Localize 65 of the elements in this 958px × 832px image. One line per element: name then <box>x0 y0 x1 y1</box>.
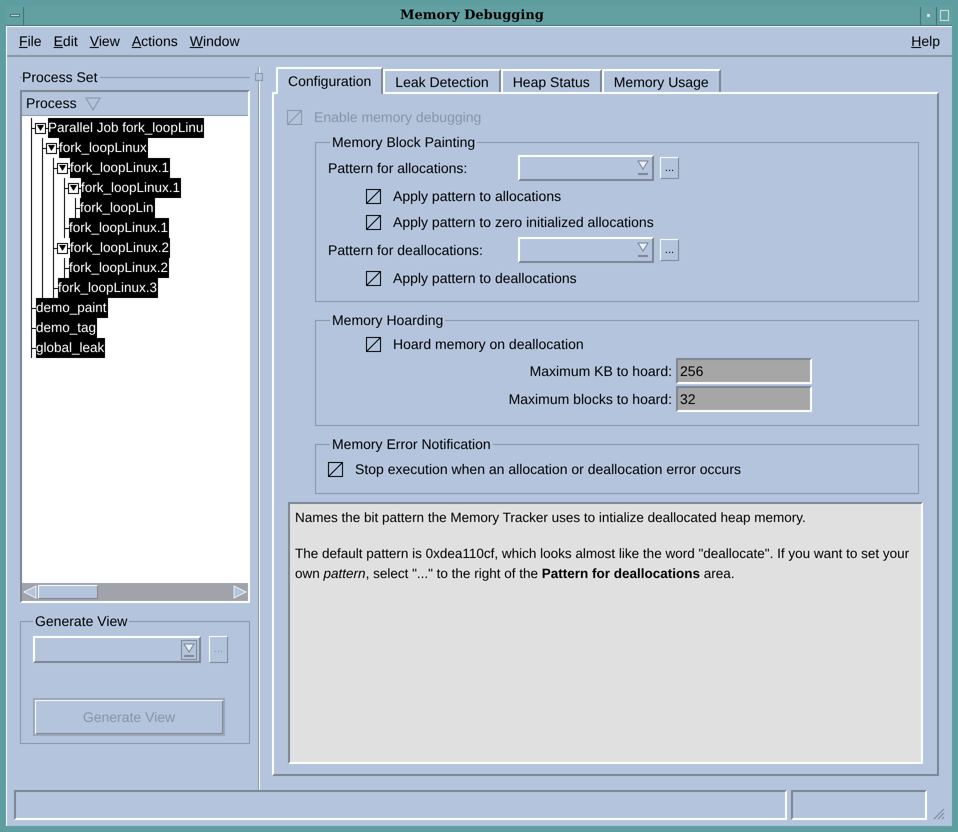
menu-item[interactable]: Actions <box>132 30 178 52</box>
scroll-right-icon[interactable] <box>232 585 248 599</box>
tree-item[interactable]: fork_loopLinux.3 <box>58 278 158 298</box>
tab[interactable]: Configuration <box>276 67 384 94</box>
field-label: Pattern for allocations: <box>328 158 468 178</box>
scroll-left-icon[interactable] <box>22 585 38 599</box>
pattern-dropdown[interactable] <box>518 237 654 263</box>
window-title: Memory Debugging <box>399 6 545 25</box>
menu-item[interactable]: Window <box>190 30 240 52</box>
resize-grip-icon[interactable] <box>931 806 945 820</box>
tree-item[interactable]: demo_paint <box>36 298 108 318</box>
expander-icon[interactable] <box>35 122 46 134</box>
group-title: Memory Hoarding <box>331 311 444 330</box>
group-title: Process Set <box>22 68 98 87</box>
expander-icon[interactable] <box>68 182 79 194</box>
checkbox-label: Apply pattern to deallocations <box>393 268 577 288</box>
view-dropdown[interactable] <box>33 636 201 663</box>
checkbox[interactable] <box>366 188 381 204</box>
dropdown-arrow-icon <box>636 158 650 178</box>
horizontal-scrollbar[interactable] <box>22 583 248 601</box>
dropdown-arrow-icon <box>636 240 650 260</box>
group-title: Memory Error Notification <box>331 435 492 454</box>
tab[interactable]: Leak Detection <box>383 69 501 93</box>
menu-item[interactable]: Help <box>911 32 940 48</box>
expander-icon[interactable] <box>57 162 68 174</box>
help-paragraph: The default pattern is 0xdea110cf, which looks almost like the word "deallocate". If you want to set your own pattern, select "..." to the right of the Pattern for deallocations area. <box>295 545 910 583</box>
tree-item[interactable]: fork_loopLin <box>80 198 155 218</box>
input-field[interactable]: 256 <box>676 358 812 384</box>
checkbox-label: Apply pattern to allocations <box>393 186 562 206</box>
maximize-icon[interactable] <box>936 6 952 24</box>
tab[interactable]: Heap Status <box>500 69 602 93</box>
tab[interactable]: Memory Usage <box>602 69 721 93</box>
tree-item[interactable]: fork_loopLinux <box>59 138 148 158</box>
tree-item[interactable]: fork_loopLinux.1 <box>81 178 182 198</box>
tree-item[interactable]: fork_loopLinux.1 <box>69 218 170 238</box>
field-label: Pattern for deallocations: <box>328 240 484 260</box>
menu-item[interactable]: File <box>19 30 42 52</box>
checkbox[interactable] <box>366 214 381 230</box>
expander-icon[interactable] <box>46 142 57 154</box>
tree-item[interactable]: Parallel Job fork_loopLinu <box>48 118 204 138</box>
checkbox-label: Apply pattern to zero initialized allocations <box>393 212 654 232</box>
group-title: Generate View <box>34 612 128 631</box>
checkbox[interactable] <box>366 336 381 352</box>
help-paragraph: Names the bit pattern the Memory Tracker uses to intialize deallocated heap memory. <box>295 509 807 527</box>
field-label: Maximum blocks to hoard: <box>508 390 672 408</box>
checkbox[interactable] <box>366 270 381 286</box>
field-label: Maximum KB to hoard: <box>528 362 672 380</box>
tree-item[interactable]: fork_loopLinux.2 <box>69 258 170 278</box>
menu-item[interactable]: View <box>90 30 120 52</box>
checkbox[interactable] <box>328 462 343 477</box>
menu-item[interactable]: Edit <box>54 30 78 52</box>
input-field[interactable]: 32 <box>676 386 812 412</box>
browse-button[interactable]: ... <box>660 157 679 179</box>
group-title: Memory Block Painting <box>331 133 476 152</box>
tree-item[interactable]: global_leak <box>36 338 106 358</box>
pattern-dropdown[interactable] <box>518 155 654 181</box>
tree-item[interactable]: fork_loopLinux.1 <box>70 158 170 178</box>
splitter-handle[interactable] <box>255 73 263 81</box>
tree-item[interactable]: fork_loopLinux.2 <box>70 238 170 258</box>
expander-icon[interactable] <box>57 242 68 254</box>
tree-item[interactable]: demo_tag <box>36 318 98 338</box>
column-header[interactable]: Process <box>26 93 77 114</box>
checkbox-label: Hoard memory on deallocation <box>393 334 584 354</box>
browse-button[interactable]: ... <box>660 239 679 261</box>
checkbox-label: Stop execution when an allocation or deallocation error occurs <box>355 460 742 479</box>
